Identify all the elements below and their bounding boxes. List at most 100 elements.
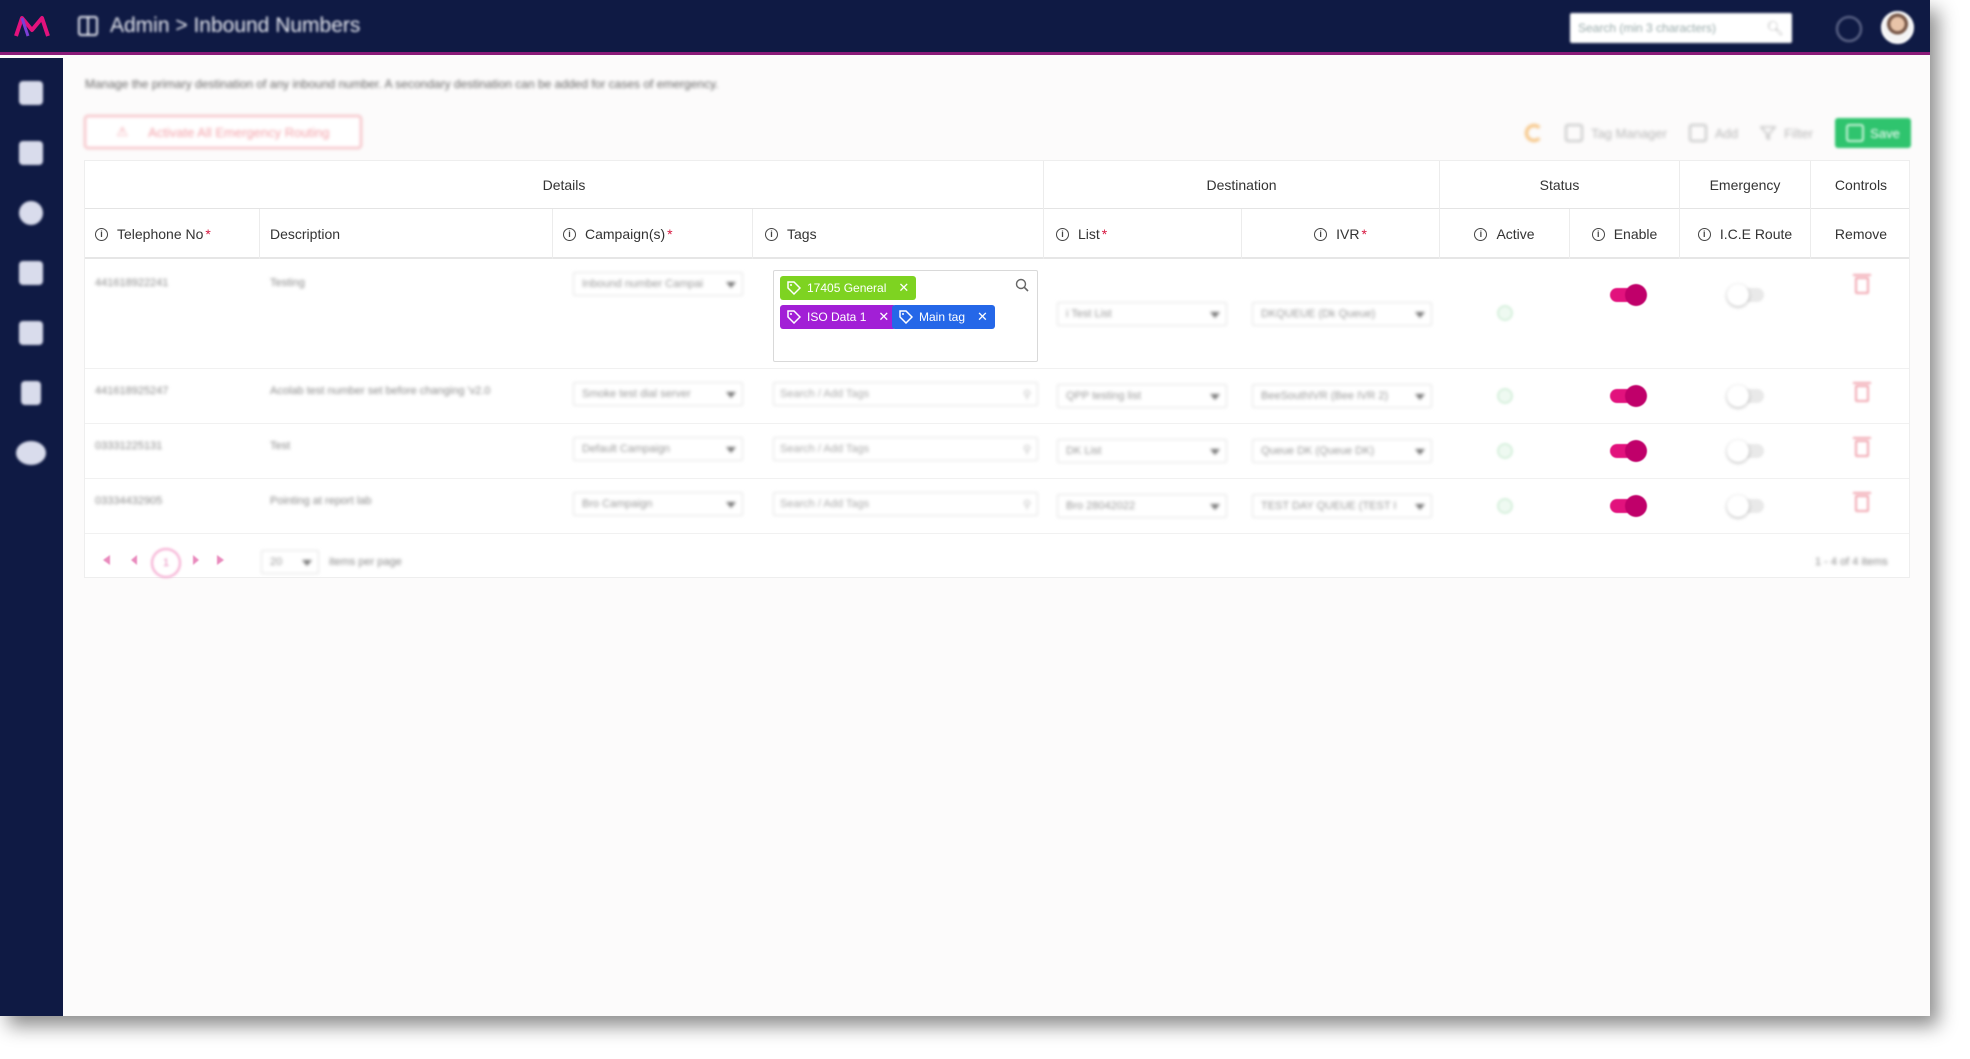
- search-icon[interactable]: 🔍︎: [1766, 20, 1784, 37]
- building-icon[interactable]: [19, 81, 43, 105]
- tag-chip[interactable]: ISO Data 1 ✕: [780, 305, 897, 329]
- info-icon[interactable]: i: [765, 227, 778, 241]
- info-icon[interactable]: i: [563, 227, 576, 241]
- close-icon[interactable]: ✕: [898, 280, 909, 296]
- col-telephone[interactable]: i Telephone No *: [85, 209, 260, 259]
- group-emergency: Emergency: [1680, 161, 1811, 209]
- database-icon[interactable]: [19, 261, 43, 285]
- page-size-select[interactable]: 20: [261, 550, 319, 574]
- info-icon[interactable]: i: [1591, 227, 1605, 241]
- activate-emergency-routing-button[interactable]: ⚠ Activate All Emergency Routing: [84, 115, 362, 149]
- col-campaigns[interactable]: i Campaign(s) *: [553, 209, 753, 259]
- refresh-button[interactable]: [1525, 124, 1544, 142]
- tag-chip-label: ISO Data 1: [807, 310, 867, 324]
- ivr-value: DKQUEUE (Dk Queue): [1261, 308, 1376, 320]
- list-select[interactable]: DK List: [1057, 439, 1227, 463]
- ice-route-toggle[interactable]: [1727, 385, 1764, 407]
- next-page-icon[interactable]: [193, 555, 199, 565]
- filter-icon: [1760, 126, 1777, 141]
- save-icon: [1846, 124, 1865, 142]
- col-active[interactable]: i Active: [1440, 209, 1570, 259]
- document-icon[interactable]: [21, 381, 41, 405]
- list-select[interactable]: i Test List: [1057, 302, 1227, 326]
- search-icon[interactable]: ⚲: [1023, 443, 1031, 456]
- search-icon[interactable]: [1015, 278, 1029, 292]
- campaign-select[interactable]: Smoke test dial server: [573, 382, 743, 406]
- sidebar: [0, 58, 63, 1016]
- tag-manager-button[interactable]: Tag Manager: [1565, 124, 1667, 142]
- campaign-select[interactable]: Default Campaign: [573, 437, 743, 461]
- ivr-select[interactable]: Queue DK (Queue DK): [1252, 439, 1432, 463]
- col-list[interactable]: i List *: [1044, 209, 1242, 259]
- ivr-select[interactable]: TEST DAY QUEUE (TEST I: [1252, 494, 1432, 518]
- list-value: DK List: [1066, 445, 1102, 457]
- info-icon[interactable]: i: [1314, 227, 1328, 241]
- chevron-down-icon: [1415, 504, 1425, 510]
- tag-chip-label: 17405 General: [807, 281, 887, 295]
- trash-icon[interactable]: [1853, 492, 1871, 512]
- table-row: 441618925247 Acolab test number set befo…: [85, 369, 1909, 424]
- add-button[interactable]: Add: [1688, 124, 1738, 142]
- save-button[interactable]: Save: [1835, 118, 1911, 148]
- info-icon[interactable]: i: [1056, 227, 1069, 241]
- tag-chip[interactable]: Main tag ✕: [892, 305, 995, 329]
- page-size-value: 20: [270, 556, 283, 568]
- close-icon[interactable]: ✕: [878, 309, 889, 325]
- enable-toggle[interactable]: [1610, 385, 1647, 407]
- tag-chip[interactable]: 17405 General ✕: [780, 276, 917, 300]
- info-icon[interactable]: i: [95, 227, 108, 241]
- avatar[interactable]: [1881, 11, 1914, 44]
- info-icon[interactable]: i: [1474, 227, 1488, 241]
- ivr-select[interactable]: DKQUEUE (Dk Queue): [1252, 302, 1432, 326]
- trash-icon[interactable]: [1853, 437, 1871, 457]
- ice-route-toggle[interactable]: [1727, 495, 1764, 517]
- col-ice-route[interactable]: i I.C.E Route: [1680, 209, 1811, 259]
- global-search-input[interactable]: Search (min 3 characters) 🔍︎: [1570, 13, 1792, 43]
- tags-input[interactable]: Search / Add Tags ⚲: [773, 437, 1038, 461]
- tag-icon: [787, 310, 801, 324]
- col-enable[interactable]: i Enable: [1570, 209, 1680, 259]
- ice-route-toggle[interactable]: [1727, 440, 1764, 462]
- list-select[interactable]: QPP testing list: [1057, 384, 1227, 408]
- dashboard-icon[interactable]: [19, 201, 43, 225]
- col-remove-label: Remove: [1834, 226, 1888, 242]
- grid-list-icon[interactable]: [19, 141, 43, 165]
- first-page-icon[interactable]: [103, 555, 110, 565]
- app-window: Admin > Inbound Numbers Search (min 3 ch…: [0, 0, 1930, 1016]
- campaign-select[interactable]: Inbound number Campai: [573, 272, 743, 296]
- contacts-book-icon[interactable]: [19, 321, 43, 345]
- campaign-select[interactable]: Bro Campaign: [573, 492, 743, 516]
- col-list-label: List: [1078, 226, 1100, 242]
- ivr-select[interactable]: BeeSouthIVR (Bee IVR 2): [1252, 384, 1432, 408]
- search-icon[interactable]: ⚲: [1023, 498, 1031, 511]
- enable-toggle[interactable]: [1610, 440, 1647, 462]
- col-ivr[interactable]: i IVR *: [1242, 209, 1440, 259]
- chevron-down-icon: [1210, 394, 1220, 400]
- tags-input[interactable]: Search / Add Tags ⚲: [773, 382, 1038, 406]
- table-row: 03331225131 Test Default Campaign Search…: [85, 424, 1909, 479]
- enable-toggle[interactable]: [1610, 284, 1647, 306]
- trash-icon[interactable]: [1853, 274, 1871, 294]
- last-page-icon[interactable]: [217, 555, 224, 565]
- group-details: Details: [85, 161, 1044, 209]
- tag-icon: [787, 281, 801, 295]
- search-icon[interactable]: ⚲: [1023, 388, 1031, 401]
- info-icon[interactable]: i: [1697, 227, 1711, 241]
- top-bar: Admin > Inbound Numbers Search (min 3 ch…: [0, 0, 1930, 55]
- tags-input[interactable]: Search / Add Tags ⚲: [773, 492, 1038, 516]
- col-tags[interactable]: i Tags: [753, 209, 1044, 259]
- close-icon[interactable]: ✕: [977, 309, 988, 325]
- col-description[interactable]: Description: [260, 209, 553, 259]
- help-icon[interactable]: [1836, 16, 1862, 42]
- gears-icon[interactable]: [16, 441, 46, 465]
- list-select[interactable]: Bro 28042022: [1057, 494, 1227, 518]
- previous-page-icon[interactable]: [131, 555, 137, 565]
- tags-input[interactable]: 17405 General ✕ ISO Data 1 ✕ Main tag ✕: [773, 270, 1038, 362]
- ice-route-toggle[interactable]: [1727, 284, 1764, 306]
- enable-toggle[interactable]: [1610, 495, 1647, 517]
- trash-icon[interactable]: [1853, 382, 1871, 402]
- current-page[interactable]: 1: [151, 548, 181, 578]
- description-text: Test: [270, 440, 291, 452]
- filter-button[interactable]: Filter: [1760, 125, 1813, 141]
- brand-logo-icon[interactable]: [14, 14, 50, 40]
